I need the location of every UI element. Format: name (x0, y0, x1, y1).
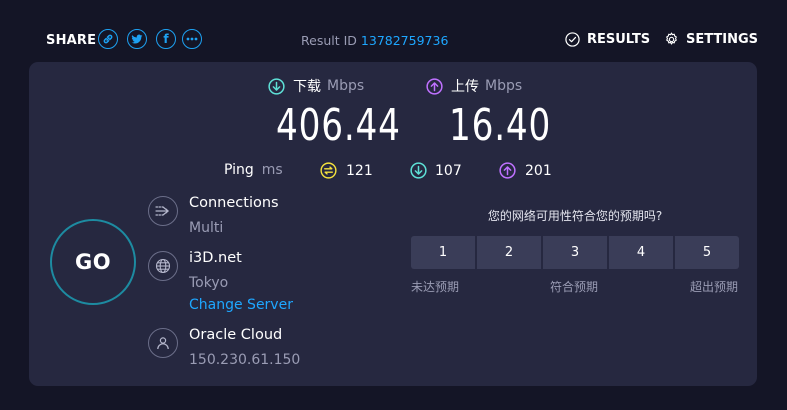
download-speed-value: 406.44 (276, 100, 401, 151)
rating-option-3[interactable]: 3 (543, 236, 607, 269)
download-unit: Mbps (327, 78, 365, 94)
ping-label: Ping (224, 162, 254, 178)
rating-option-1[interactable]: 1 (411, 236, 475, 269)
upload-arrow-icon (426, 77, 443, 95)
link-icon (103, 34, 113, 44)
share-facebook-button[interactable]: f (156, 29, 176, 49)
rating-option-2[interactable]: 2 (477, 236, 541, 269)
download-header: 下载 Mbps (268, 76, 364, 96)
gear-icon (666, 32, 677, 45)
download-arrow-icon (268, 77, 285, 95)
globe-icon (155, 258, 171, 274)
server-icon-wrap (148, 251, 178, 281)
server-location: Tokyo (189, 275, 229, 291)
share-label: SHARE (46, 33, 97, 48)
connections-title: Connections (189, 195, 279, 211)
result-id-label: Result ID (301, 33, 357, 48)
upload-unit: Mbps (485, 78, 523, 94)
share-more-button[interactable] (182, 29, 202, 49)
download-label: 下载 (293, 79, 321, 95)
settings-label: SETTINGS (686, 32, 759, 47)
check-circle-icon (565, 32, 580, 47)
upload-latency-icon (499, 162, 516, 179)
upload-speed-value: 16.40 (449, 100, 552, 151)
change-server-link[interactable]: Change Server (189, 297, 293, 313)
connections-icon-wrap (148, 196, 178, 226)
ping-upload: 201 (499, 162, 552, 179)
results-label: RESULTS (587, 32, 651, 47)
rating-option-5[interactable]: 5 (675, 236, 739, 269)
rating-option-4[interactable]: 4 (609, 236, 673, 269)
isp-icon-wrap (148, 328, 178, 358)
download-latency-icon (410, 162, 427, 179)
result-panel: 下载 Mbps 406.44 上传 Mbps 16.40 Ping ms 121… (29, 62, 757, 386)
more-icon (186, 37, 198, 41)
ping-download-value: 107 (435, 162, 462, 179)
user-icon (157, 337, 169, 350)
rating-low-label: 未达预期 (411, 280, 460, 294)
ping-row: Ping ms 121 107 201 (29, 162, 757, 182)
connections-value[interactable]: Multi (189, 220, 223, 236)
result-id-value[interactable]: 13782759736 (361, 33, 448, 48)
twitter-icon (131, 34, 143, 44)
connections-icon (155, 206, 169, 216)
results-nav[interactable]: RESULTS (565, 32, 650, 47)
ping-upload-value: 201 (525, 162, 552, 179)
upload-header: 上传 Mbps (426, 76, 522, 96)
rating-high-label: 超出预期 (690, 280, 739, 294)
idle-latency-icon (320, 162, 337, 179)
ping-unit: ms (261, 162, 283, 178)
isp-name: Oracle Cloud (189, 327, 283, 343)
ping-download: 107 (410, 162, 462, 179)
ping-idle-value: 121 (346, 162, 373, 179)
ping-idle: 121 (320, 162, 373, 179)
facebook-icon: f (163, 32, 169, 46)
rating-mid-label: 符合预期 (550, 280, 599, 294)
upload-label: 上传 (451, 79, 479, 95)
ping-header: Ping ms (224, 162, 283, 178)
isp-ip: 150.230.61.150 (189, 352, 301, 368)
result-id: Result ID 13782759736 (301, 33, 448, 48)
share-twitter-button[interactable] (127, 29, 147, 49)
go-button[interactable]: GO (50, 219, 136, 305)
share-link-button[interactable] (98, 29, 118, 49)
server-name: i3D.net (189, 250, 242, 266)
survey-question: 您的网络可用性符合您的预期吗? (487, 209, 663, 223)
settings-nav[interactable]: SETTINGS (664, 32, 758, 47)
survey-rating: 1 2 3 4 5 (411, 236, 739, 269)
top-bar: SHARE f Result ID 13782759736 RESULTS SET… (0, 0, 787, 62)
